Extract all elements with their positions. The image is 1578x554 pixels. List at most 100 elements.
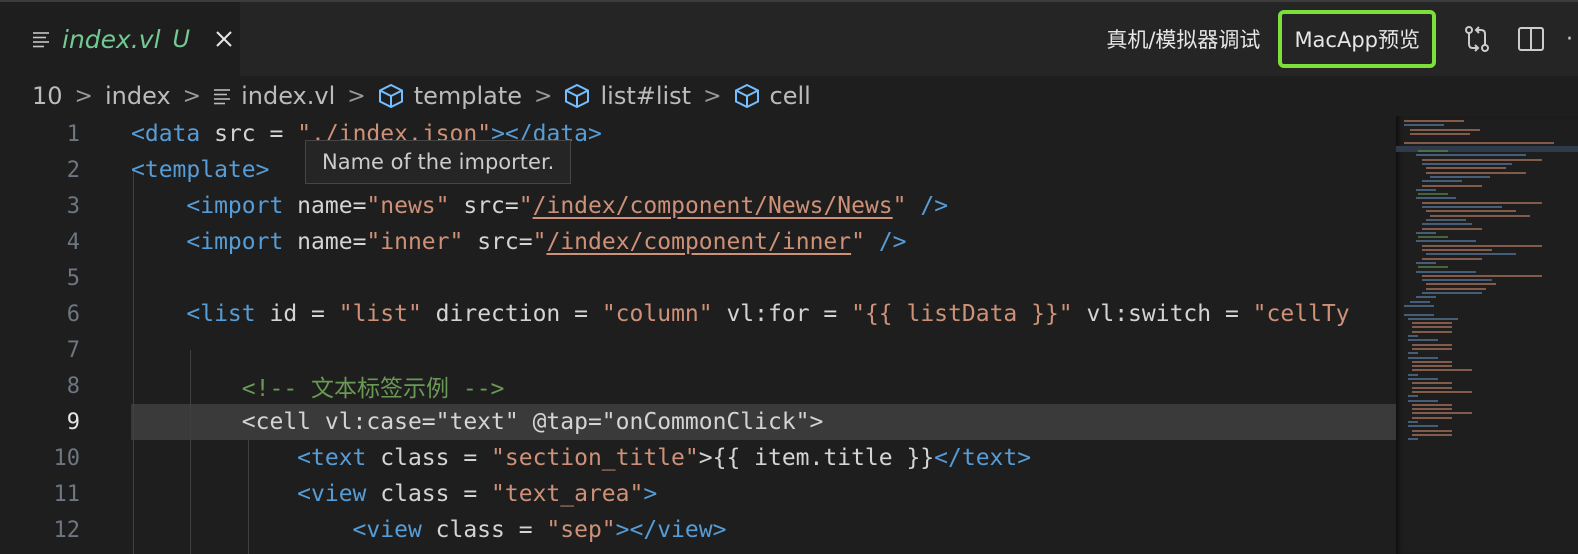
minimap-line [1422, 244, 1542, 247]
minimap-line [1422, 201, 1542, 204]
minimap-line [1412, 382, 1452, 385]
split-editor-icon[interactable] [1516, 24, 1546, 54]
code-line[interactable]: 1 <data src = "./index.json"></data> [0, 116, 1396, 152]
code-line[interactable]: 3 <import name="news" src="/index/compon… [0, 188, 1396, 224]
code-line[interactable]: 11 <view class = "text_area"> [0, 476, 1396, 512]
code-text: <cell vl:case="text" @tap="onCommonClick… [131, 409, 824, 435]
code-line[interactable]: 8 <!-- 文本标签示例 --> [0, 368, 1396, 404]
minimap-line [1408, 352, 1418, 355]
minimap-line [1426, 171, 1526, 174]
code-text: <template> [131, 157, 269, 183]
minimap-line [1422, 279, 1492, 282]
code-token: "list" [338, 301, 422, 327]
minimap-line [1404, 304, 1434, 307]
code-token: name= [283, 229, 367, 255]
macapp-preview-label: MacApp预览 [1294, 28, 1420, 52]
breadcrumb-item-list[interactable]: list#list [564, 82, 691, 110]
code-token[interactable]: /index/component/News/News [533, 193, 893, 219]
code-text: <list id = "list" direction = "column" v… [131, 301, 1349, 327]
code-line[interactable]: 2 <template> [0, 152, 1396, 188]
minimap-line [1412, 365, 1452, 368]
line-number: 11 [53, 481, 81, 507]
code-token: <cell vl:case="text" @tap="onCommonClick… [131, 409, 824, 435]
code-editor[interactable]: 1 <data src = "./index.json"></data> 2 <tem… [0, 116, 1396, 554]
breadcrumb-item-index[interactable]: index [105, 82, 171, 110]
breadcrumb-item-cell[interactable]: cell [734, 82, 811, 110]
line-number: 2 [66, 157, 80, 183]
minimap-line [1412, 408, 1452, 411]
code-token: name= [283, 193, 367, 219]
minimap-line [1430, 214, 1530, 217]
minimap-line [1422, 158, 1542, 161]
code-token: vl:switch = [1072, 301, 1253, 327]
minimap-line [1416, 270, 1476, 273]
minimap[interactable] [1396, 116, 1578, 554]
minimap-line [1408, 356, 1438, 359]
line-number: 8 [66, 373, 80, 399]
minimap-line [1408, 335, 1418, 337]
breadcrumb-item-folder[interactable]: 10 [32, 82, 63, 110]
minimap-line [1416, 154, 1526, 157]
code-token: <view [131, 481, 367, 507]
breadcrumb-item-template[interactable]: template [378, 82, 522, 110]
source-control-compare-icon[interactable] [1462, 24, 1492, 54]
chevron-right-icon: > [703, 83, 722, 109]
breadcrumb-item-file[interactable]: index.vl [213, 82, 335, 110]
device-debug-button[interactable]: 真机/模拟器调试 [1106, 24, 1260, 54]
minimap-line [1412, 330, 1452, 333]
code-line[interactable]: 12 <view class = "sep"></view> [0, 512, 1396, 548]
minimap-line [1408, 378, 1438, 380]
minimap-line [1410, 300, 1430, 303]
code-text: <text class = "section_title">{{ item.ti… [131, 445, 1031, 471]
code-token: </text> [934, 445, 1032, 471]
minimap-line [1422, 180, 1462, 183]
minimap-line [1426, 218, 1466, 221]
code-line[interactable]: 7 [0, 332, 1396, 368]
tab-index-vl[interactable]: index.vl U [0, 2, 240, 76]
minimap-line [1412, 343, 1452, 346]
minimap-line [1416, 240, 1476, 243]
code-line[interactable]: 6 <list id = "list" direction = "column"… [0, 296, 1396, 332]
minimap-line [1410, 132, 1470, 135]
minimap-line [1422, 163, 1512, 165]
code-text: <view class = "sep"></view> [131, 517, 727, 543]
code-token: direction = [421, 301, 602, 327]
more-icon[interactable]: · [1566, 27, 1578, 52]
code-line[interactable]: 10 <text class = "section_title">{{ item… [0, 440, 1396, 476]
code-line[interactable]: 5 [0, 260, 1396, 296]
lines-file-icon [32, 30, 50, 48]
minimap-line [1404, 313, 1434, 316]
minimap-line [1416, 261, 1436, 264]
code-line[interactable]: 9 <cell vl:case="text" @tap="onCommonCli… [0, 404, 1396, 440]
breadcrumb: 10 > index > index.vl > template > list#… [0, 76, 1578, 116]
minimap-line [1422, 274, 1542, 277]
code-token: /> [906, 193, 949, 219]
code-token: " [892, 193, 907, 219]
minimap-line [1412, 326, 1452, 329]
minimap-line [1408, 421, 1418, 423]
minimap-line [1422, 249, 1492, 251]
code-line[interactable]: 4 <import name="inner" src="/index/compo… [0, 224, 1396, 260]
line-number: 10 [53, 445, 81, 471]
minimap-line [1412, 429, 1452, 432]
line-number: 6 [66, 301, 80, 327]
line-number: 3 [66, 193, 80, 219]
macapp-preview-button[interactable]: MacApp预览 [1278, 10, 1436, 68]
code-token: "column" [601, 301, 713, 327]
minimap-line [1412, 403, 1452, 406]
minimap-line [1410, 128, 1480, 131]
minimap-line [1416, 296, 1436, 299]
line-number: 1 [66, 121, 80, 147]
minimap-line [1412, 412, 1472, 415]
code-token[interactable]: /index/component/inner [546, 229, 851, 255]
minimap-line [1422, 292, 1482, 294]
minimap-line [1408, 425, 1438, 428]
tab-title: index.vl [62, 24, 161, 54]
code-token: <template> [131, 157, 270, 183]
code-token: src = [200, 121, 298, 147]
code-text: <import name="news" src="/index/componen… [131, 193, 948, 219]
line-number: 5 [66, 265, 80, 291]
minimap-line [1412, 390, 1472, 393]
minimap-line [1418, 266, 1448, 269]
close-icon[interactable] [214, 29, 234, 49]
